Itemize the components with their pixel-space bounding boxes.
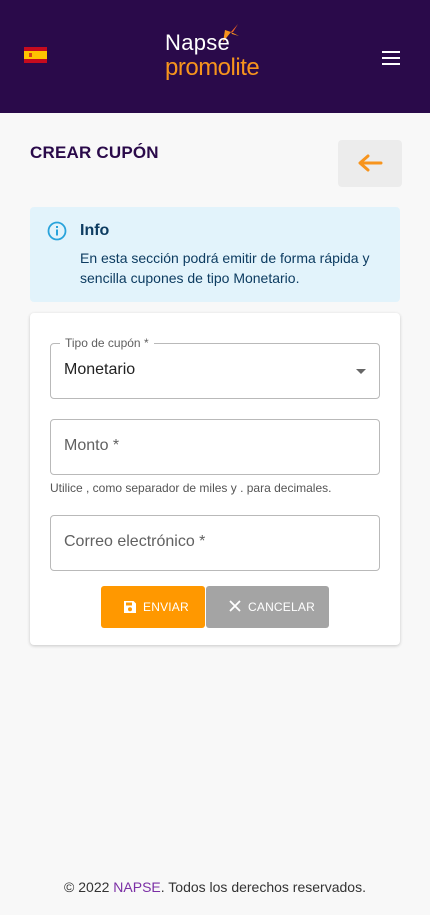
coupon-type-value: Monetario bbox=[64, 361, 136, 378]
footer-copyright: © 2022 bbox=[64, 879, 114, 895]
amount-field[interactable]: Monto * bbox=[50, 419, 380, 475]
napse-promolite-logo: Napse promolite bbox=[165, 22, 265, 84]
footer-rights-text: . Todos los derechos reservados. bbox=[160, 879, 366, 895]
info-alert: Info En esta sección podrá emitir de for… bbox=[30, 207, 400, 302]
email-field[interactable]: Correo electrónico * bbox=[50, 515, 380, 571]
send-button-label: ENVIAR bbox=[143, 600, 189, 614]
info-text: En esta sección podrá emitir de forma rá… bbox=[80, 250, 370, 286]
close-icon bbox=[229, 600, 241, 612]
email-placeholder: Correo electrónico * bbox=[64, 533, 206, 550]
spain-flag-icon[interactable] bbox=[24, 47, 47, 63]
info-circle-icon bbox=[47, 221, 67, 241]
hamburger-menu-icon[interactable] bbox=[378, 45, 404, 71]
send-button[interactable]: ENVIAR bbox=[101, 586, 205, 628]
coupon-type-select[interactable]: Tipo de cupón * Monetario bbox=[50, 336, 380, 399]
footer: © 2022 NAPSE. Todos los derechos reserva… bbox=[0, 879, 430, 895]
back-button[interactable] bbox=[338, 140, 402, 187]
arrow-left-icon bbox=[358, 154, 383, 172]
page-title: CREAR CUPÓN bbox=[30, 143, 159, 162]
dropdown-arrow-icon bbox=[356, 369, 366, 374]
amount-helper-text: Utilice , como separador de miles y . pa… bbox=[50, 481, 332, 495]
footer-napse-link[interactable]: NAPSE bbox=[113, 879, 160, 895]
logo-text-napse: Napse bbox=[165, 30, 231, 55]
top-navbar: Napse promolite bbox=[0, 0, 430, 113]
info-title: Info bbox=[80, 222, 110, 239]
amount-placeholder: Monto * bbox=[64, 437, 120, 454]
save-icon bbox=[124, 601, 136, 613]
logo-text-promolite: promolite bbox=[165, 54, 260, 81]
coupon-form-card: Tipo de cupón * Monetario Monto * Utilic… bbox=[30, 313, 400, 645]
cancel-button-label: CANCELAR bbox=[248, 600, 315, 614]
coupon-type-label: Tipo de cupón * bbox=[60, 336, 154, 350]
cancel-button[interactable]: CANCELAR bbox=[206, 586, 329, 628]
